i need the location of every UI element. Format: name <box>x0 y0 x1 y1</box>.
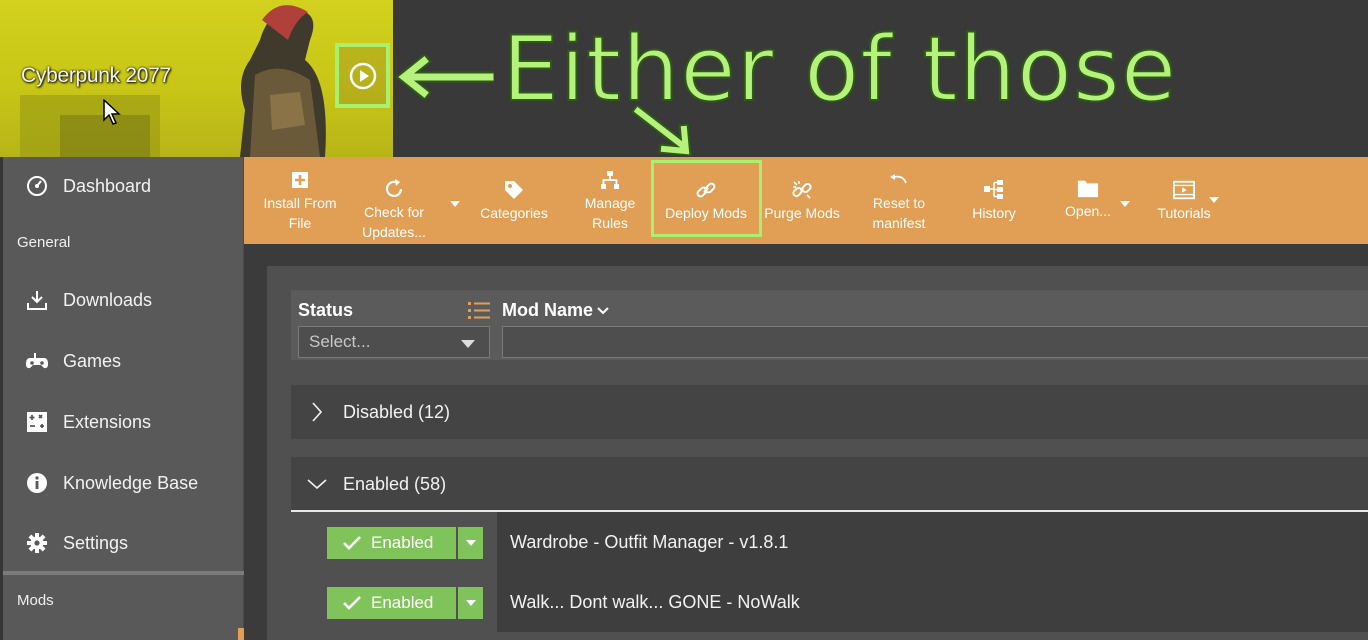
sidebar-item-downloads[interactable]: Downloads <box>3 275 244 325</box>
toolbar-label: Manage Rules <box>584 194 636 231</box>
group-disabled[interactable]: Disabled (12) <box>291 385 1368 439</box>
sidebar-item-knowledge-base[interactable]: Knowledge Base <box>3 458 244 508</box>
refresh-icon <box>385 178 403 197</box>
annotation-text: Either of those <box>501 17 1178 122</box>
history-icon <box>984 179 1003 199</box>
table-row[interactable]: Enabled Walk... Dont walk... GONE - NoWa… <box>291 572 1368 632</box>
sidebar-item-label: Games <box>63 350 122 371</box>
toolbar-label: Reset to manifest <box>872 194 926 231</box>
deploy-mods-button[interactable]: Deploy Mods <box>656 157 756 244</box>
sidebar-item-label: Settings <box>63 532 129 553</box>
select-caret-icon <box>461 340 475 348</box>
annotation-arrow-left-icon <box>395 55 494 99</box>
sidebar-item-dashboard[interactable]: Dashboard <box>3 161 244 211</box>
annotation-arrow-down-icon <box>630 105 692 157</box>
check-icon <box>343 596 361 610</box>
mod-name-cell: Wardrobe - Outfit Manager - v1.8.1 <box>497 512 1368 572</box>
manage-rules-button[interactable]: Manage Rules <box>570 157 650 244</box>
sidebar-item-settings[interactable]: Settings <box>3 518 244 568</box>
check-icon <box>343 536 361 550</box>
sidebar-item-label: Dashboard <box>63 175 152 196</box>
chevron-down-icon <box>597 306 609 314</box>
enabled-toggle-button[interactable]: Enabled <box>327 587 456 619</box>
status-cell: Enabled <box>291 572 497 632</box>
install-from-file-button[interactable]: Install From File <box>258 157 342 244</box>
sidebar-accent <box>238 628 244 640</box>
game-title: Cyberpunk 2077 <box>21 64 171 87</box>
list-options-icon[interactable] <box>467 300 491 322</box>
group-enabled[interactable]: Enabled (58) <box>291 457 1368 511</box>
caret-down-icon <box>465 600 476 606</box>
status-cell: Enabled <box>291 512 497 572</box>
mouse-cursor-icon <box>103 99 121 125</box>
puzzle-icon <box>27 412 47 432</box>
sidebar-divider <box>3 571 244 575</box>
reset-to-manifest-button[interactable]: Reset to manifest <box>854 157 944 244</box>
column-header-label: Mod Name <box>502 300 594 320</box>
status-dropdown-button[interactable] <box>458 587 483 619</box>
enabled-toggle-button[interactable]: Enabled <box>327 527 456 559</box>
folder-icon <box>1077 180 1099 197</box>
mods-toolbar: Install From File Check for Updates... C… <box>244 157 1368 244</box>
column-header-mod-name[interactable]: Mod Name <box>502 300 609 321</box>
enabled-label: Enabled <box>371 593 434 612</box>
info-icon <box>27 473 47 493</box>
tutorials-dropdown-caret-icon[interactable] <box>1209 197 1219 203</box>
history-button[interactable]: History <box>954 157 1034 244</box>
open-button[interactable]: Open... <box>1050 155 1126 242</box>
purge-mods-button[interactable]: Purge Mods <box>760 157 844 244</box>
caret-down-icon <box>465 540 476 546</box>
check-updates-dropdown-caret-icon[interactable] <box>450 201 460 207</box>
toolbar-label: Open... <box>1065 202 1111 219</box>
toolbar-label: Deploy Mods <box>665 204 747 221</box>
sidebar-item-label: Extensions <box>63 411 152 432</box>
toolbar-label: Install From File <box>263 194 337 231</box>
gamepad-icon <box>26 353 48 369</box>
play-button[interactable] <box>335 43 390 108</box>
tag-icon <box>505 180 523 199</box>
banner-character-art <box>240 5 326 157</box>
table-row[interactable]: Enabled Wardrobe - Outfit Manager - v1.8… <box>291 512 1368 572</box>
sidebar-item-games[interactable]: Games <box>3 336 244 386</box>
group-label: Disabled (12) <box>343 401 451 422</box>
download-icon <box>27 291 47 310</box>
sidebar: Dashboard General Downloads Games Extens… <box>3 157 244 640</box>
categories-button[interactable]: Categories <box>474 157 554 244</box>
mod-name-cell: Walk... Dont walk... GONE - NoWalk <box>497 572 1368 632</box>
group-label: Enabled (58) <box>343 473 447 494</box>
toolbar-label: Purge Mods <box>764 204 840 221</box>
gear-icon <box>27 533 47 553</box>
sidebar-item-extensions[interactable]: Extensions <box>3 397 244 447</box>
play-circle-icon <box>349 62 376 89</box>
broken-link-icon <box>792 180 812 199</box>
undo-icon <box>890 173 907 183</box>
install-file-icon <box>292 171 308 188</box>
sidebar-item-label: Knowledge Base <box>63 472 199 493</box>
mod-name-filter-input[interactable] <box>502 326 1368 358</box>
chevron-right-icon <box>312 402 322 422</box>
toolbar-label: Tutorials <box>1157 204 1211 221</box>
toolbar-label: Check for Updates... <box>362 203 426 240</box>
column-header-status[interactable]: Status <box>298 300 353 321</box>
dashboard-gauge-icon <box>27 176 47 196</box>
status-dropdown-button[interactable] <box>458 527 483 559</box>
toolbar-label: Categories <box>480 204 548 221</box>
status-filter-value: Select... <box>309 332 371 351</box>
open-dropdown-caret-icon[interactable] <box>1120 201 1130 207</box>
film-icon <box>1173 180 1195 199</box>
enabled-label: Enabled <box>371 533 434 552</box>
link-icon <box>696 182 716 197</box>
status-filter-select[interactable]: Select... <box>298 326 490 358</box>
sitemap-icon <box>601 170 619 189</box>
sidebar-item-label: Downloads <box>63 289 153 310</box>
sidebar-section-mods: Mods <box>17 592 54 609</box>
toolbar-label: History <box>972 204 1016 221</box>
sidebar-section-general: General <box>17 234 71 251</box>
chevron-down-icon <box>307 479 327 489</box>
check-for-updates-button[interactable]: Check for Updates... <box>350 166 438 253</box>
